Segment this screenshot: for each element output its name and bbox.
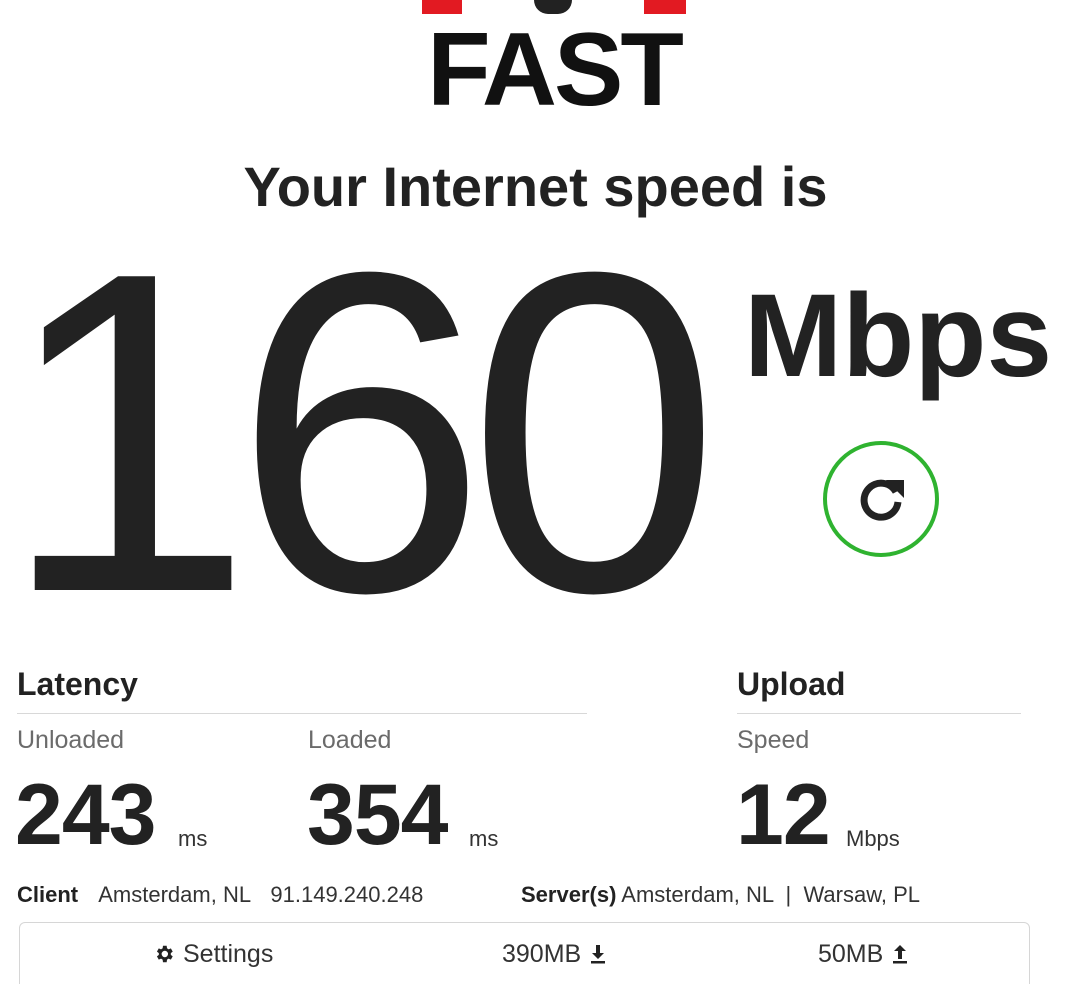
speed-units: Mbps [744, 270, 1053, 402]
latency-title: Latency [17, 666, 138, 702]
client-location: Amsterdam, NL [98, 882, 251, 907]
client-label: Client [17, 882, 79, 907]
upload-divider [737, 713, 1021, 714]
upload-icon [893, 945, 908, 964]
settings-button[interactable]: Settings [153, 939, 273, 969]
client-ip: 91.149.240.248 [270, 882, 424, 907]
logo-text: FAST [427, 12, 684, 128]
settings-bar: Settings 390MB 50MB [19, 922, 1030, 984]
server-list: Amsterdam, NL | Warsaw, PL [621, 882, 921, 907]
latency-divider [17, 713, 587, 714]
download-amount-value: 390MB [502, 940, 582, 968]
upload-speed-unit: Mbps [846, 826, 900, 851]
refresh-button[interactable] [823, 441, 939, 557]
loaded-unit: ms [469, 826, 499, 851]
upload-amount: 50MB [818, 939, 909, 969]
settings-label: Settings [183, 940, 274, 968]
unloaded-unit: ms [178, 826, 208, 851]
unloaded-label: Unloaded [17, 726, 125, 754]
upload-amount-value: 50MB [818, 940, 884, 968]
download-amount: 390MB [502, 939, 607, 969]
speed-value: 160 [0, 177, 721, 687]
refresh-icon [860, 479, 904, 521]
loaded-value: 354 [307, 767, 448, 863]
unloaded-value: 243 [15, 767, 156, 863]
upload-title: Upload [737, 666, 846, 702]
loaded-label: Loaded [308, 726, 392, 754]
download-icon [591, 945, 606, 964]
speed-test-page: FAST Your Internet speed is 160 Mbps Lat… [0, 0, 1071, 984]
gear-icon [156, 945, 173, 963]
client-info: Client Amsterdam, NL 91.149.240.248 [17, 881, 423, 909]
upload-speed-label: Speed [737, 726, 810, 754]
upload-speed-value: 12 [736, 767, 831, 863]
server-info: Server(s) Amsterdam, NL | Warsaw, PL [521, 881, 920, 909]
server-label: Server(s) [521, 882, 617, 907]
